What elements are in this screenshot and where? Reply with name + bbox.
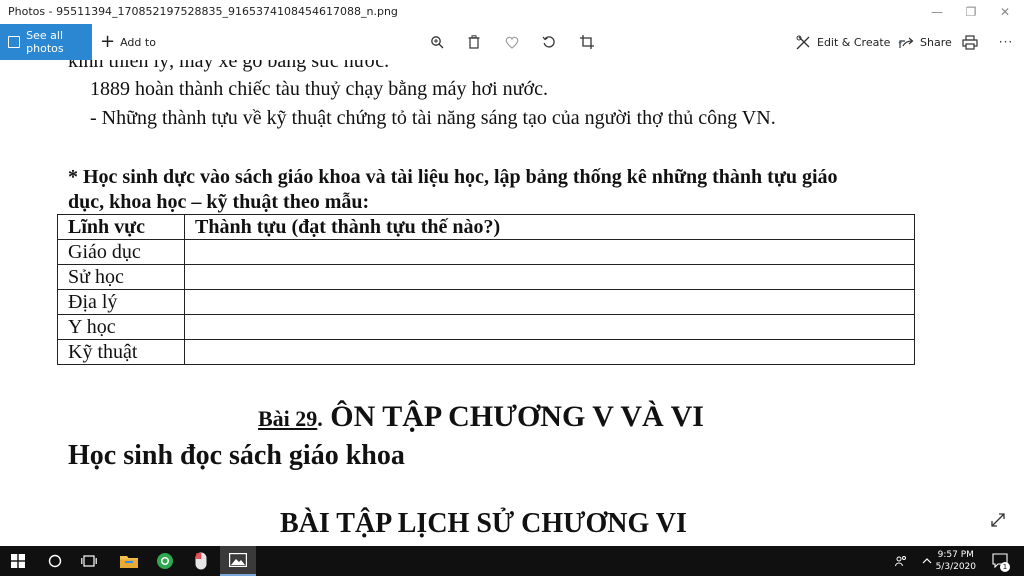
photo-viewer: kinh thiên lý, máy xe gỗ bằng sức nước. … (0, 60, 1024, 546)
table-cell-field: Địa lý (57, 289, 185, 315)
edit-create-icon (796, 35, 811, 50)
see-all-photos-button[interactable]: See all photos (0, 24, 92, 60)
table-cell-empty (184, 314, 915, 340)
doc-bottom-heading-cut: BÀI TẬP LỊCH SỬ CHƯƠNG VI (280, 508, 687, 539)
fullscreen-icon[interactable] (990, 512, 1006, 532)
photos-taskbar-icon[interactable] (220, 546, 256, 576)
doc-line-achievements: - Những thành tựu về kỹ thuật chứng tỏ t… (90, 107, 776, 129)
clock-time: 9:57 PM (937, 550, 974, 560)
lesson-dot: . (317, 406, 323, 431)
see-all-photos-label: See all photos (26, 29, 64, 55)
notification-center-icon[interactable]: 1 (988, 546, 1012, 576)
more-options-icon[interactable]: ··· (997, 33, 1015, 51)
table-cell-empty (184, 264, 915, 290)
table-row: Địa lý (57, 289, 915, 315)
doc-line-1889: 1889 hoàn thành chiếc tàu thuỷ chạy bằng… (90, 78, 548, 100)
close-button[interactable]: ✕ (982, 0, 1024, 24)
doc-task-line-1: * Học sinh dực vào sách giáo khoa và tài… (68, 166, 838, 188)
table-header-cell: Lĩnh vực (57, 214, 185, 240)
clock-date: 5/3/2020 (935, 562, 976, 572)
windows-taskbar: 9:57 PM 5/3/2020 1 (0, 546, 1024, 576)
task-view-icon[interactable] (72, 546, 106, 576)
start-button[interactable] (0, 546, 36, 576)
table-cell-empty (184, 239, 915, 265)
table-cell-empty (184, 289, 915, 315)
add-to-label: Add to (120, 35, 156, 49)
share-icon (899, 36, 914, 49)
crop-icon[interactable] (578, 33, 596, 51)
chevron-up-icon[interactable] (918, 546, 936, 576)
edit-create-button[interactable]: Edit & Create ⌄ (796, 24, 904, 60)
achievements-table: Lĩnh vực Thành tựu (đạt thành tựu thế nà… (57, 214, 915, 365)
people-icon[interactable] (892, 546, 910, 576)
lesson-label: Bài 29 (258, 406, 318, 431)
file-explorer-icon[interactable] (112, 546, 146, 576)
app-toolbar: See all photos + Add to Edit & Create ⌄ … (0, 24, 1024, 60)
table-row: Kỹ thuật (57, 339, 915, 365)
add-to-button[interactable]: + Add to (100, 24, 156, 60)
window-titlebar: Photos - 95511394_170852197528835_916537… (0, 0, 1024, 24)
doc-instruction: Học sinh đọc sách giáo khoa (68, 440, 405, 471)
mouse-app-icon[interactable] (184, 546, 218, 576)
lesson-title: ÔN TẬP CHƯƠNG V VÀ VI (330, 400, 704, 433)
search-icon[interactable] (38, 546, 72, 576)
browser-icon[interactable] (148, 546, 182, 576)
table-cell-field: Giáo dục (57, 239, 185, 265)
table-header-cell: Thành tựu (đạt thành tựu thế nào?) (184, 214, 915, 240)
print-icon[interactable] (961, 33, 979, 51)
table-cell-empty (184, 339, 915, 365)
delete-icon[interactable] (465, 33, 483, 51)
photos-icon (8, 36, 21, 48)
table-cell-field: Y học (57, 314, 185, 340)
table-cell-field: Sử học (57, 264, 185, 290)
window-title: Photos - 95511394_170852197528835_916537… (8, 5, 398, 18)
lesson-heading: Bài 29. ÔN TẬP CHƯƠNG V VÀ VI (258, 400, 704, 434)
table-row: Sử học (57, 264, 915, 290)
zoom-icon[interactable] (428, 33, 446, 51)
doc-task-line-2: dục, khoa học – kỹ thuật theo mẫu: (68, 191, 370, 213)
doc-line-cut-top: kinh thiên lý, máy xe gỗ bằng sức nước. (68, 60, 390, 72)
table-row: Giáo dục (57, 239, 915, 265)
edit-create-label: Edit & Create (817, 35, 891, 49)
plus-icon: + (100, 31, 116, 52)
notification-badge: 1 (1000, 562, 1010, 572)
table-header-row: Lĩnh vực Thành tựu (đạt thành tựu thế nà… (57, 214, 915, 240)
table-row: Y học (57, 314, 915, 340)
share-label: Share (920, 35, 952, 49)
system-clock[interactable]: 9:57 PM 5/3/2020 (936, 549, 976, 573)
share-button[interactable]: Share (899, 24, 952, 60)
heart-icon[interactable] (503, 33, 521, 51)
table-cell-field: Kỹ thuật (57, 339, 185, 365)
rotate-icon[interactable] (540, 33, 558, 51)
